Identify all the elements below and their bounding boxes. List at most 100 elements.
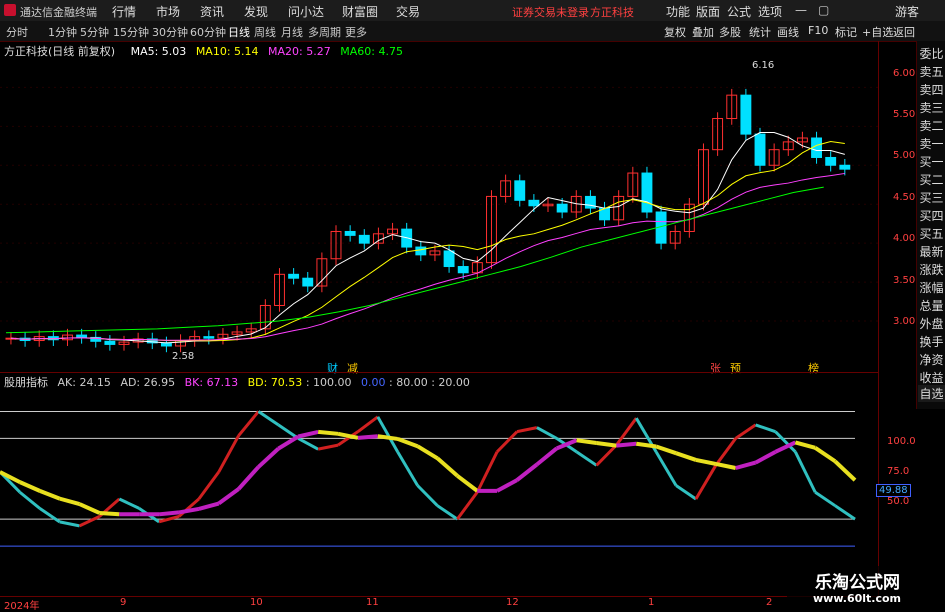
period-weekly[interactable]: 周线 (254, 24, 276, 40)
side-buy1[interactable]: 买一 (918, 153, 945, 170)
period-more[interactable]: 更多 (345, 24, 367, 40)
event-tag-limit[interactable]: 张 (710, 360, 721, 376)
bk-segment (99, 510, 120, 517)
side-sell5[interactable]: 卖五 (918, 63, 945, 80)
ak-segment (734, 423, 757, 440)
add-watchlist-button[interactable]: +自选 (862, 24, 893, 40)
menu-quotes[interactable]: 行情 (112, 3, 136, 20)
login-notice[interactable]: 证券交易未登录 (512, 4, 589, 20)
menu-market[interactable]: 市场 (156, 3, 180, 20)
period-1min[interactable]: 1分钟 (48, 24, 77, 40)
date-tick-11: 11 (366, 597, 379, 608)
side-turnover[interactable]: 换手 (918, 333, 945, 350)
multi-stock-button[interactable]: 多股 (719, 24, 741, 40)
side-buy5[interactable]: 买五 (918, 225, 945, 242)
side-watchlist[interactable]: 自选 (918, 385, 945, 402)
minimize-icon[interactable]: — (795, 3, 807, 17)
candle-body (825, 156, 837, 166)
app-name: 通达信金融终端 (20, 6, 97, 19)
side-volume[interactable]: 总量 (918, 297, 945, 314)
candle-body (457, 266, 469, 274)
candle-body (302, 277, 314, 287)
layout-button[interactable]: 版面 (696, 3, 720, 20)
price-tick-550: 5.50 (893, 109, 916, 120)
period-multi[interactable]: 多周期 (308, 24, 341, 40)
indicator-chart[interactable] (0, 388, 878, 593)
event-tag-forecast[interactable]: 预 (730, 360, 741, 376)
back-button[interactable]: 返回 (893, 24, 915, 40)
bk-segment (158, 510, 180, 517)
side-change[interactable]: 涨跌 (918, 261, 945, 278)
ak-segment (257, 410, 280, 427)
candle-body (556, 203, 568, 213)
bk-segment (496, 478, 518, 493)
bk-segment (198, 501, 220, 511)
side-sell4[interactable]: 卖四 (918, 81, 945, 98)
formula-button[interactable]: 公式 (727, 3, 751, 20)
period-15min[interactable]: 15分钟 (113, 24, 149, 40)
period-monthly[interactable]: 月线 (281, 24, 303, 40)
bk-segment (436, 456, 459, 478)
side-sell1[interactable]: 卖一 (918, 135, 945, 152)
side-sell2[interactable]: 卖二 (918, 117, 945, 134)
menu-assistant[interactable]: 问小达 (288, 3, 324, 20)
candle-body (443, 250, 455, 268)
draw-line-button[interactable]: 画线 (777, 24, 799, 40)
date-tick-12: 12 (506, 597, 519, 608)
side-sell3[interactable]: 卖三 (918, 99, 945, 116)
bk-segment (19, 480, 41, 493)
adjust-button[interactable]: 复权 (664, 24, 686, 40)
side-weibi[interactable]: 委比 (918, 45, 945, 62)
watermark: 乐淘公式网 www.60lt.com (787, 566, 945, 609)
bk-segment (297, 429, 319, 439)
bk-segment (675, 451, 697, 462)
bk-segment (735, 460, 757, 470)
candle-body (641, 172, 653, 213)
bk-segment (515, 462, 539, 482)
menu-news[interactable]: 资讯 (200, 3, 224, 20)
side-change-pct[interactable]: 涨幅 (918, 279, 945, 296)
overlay-button[interactable]: 叠加 (692, 24, 714, 40)
maximize-icon[interactable]: ▢ (818, 3, 829, 17)
options-button[interactable]: 选项 (758, 3, 782, 20)
candle-body (76, 334, 88, 338)
event-tag-list[interactable]: 榜 (808, 360, 819, 376)
bk-segment (456, 474, 479, 493)
candle-body (288, 273, 300, 279)
ak-segment (755, 423, 776, 434)
period-5min[interactable]: 5分钟 (80, 24, 109, 40)
side-latest[interactable]: 最新 (918, 243, 945, 260)
period-intraday[interactable]: 分时 (6, 24, 28, 40)
period-60min[interactable]: 60分钟 (190, 24, 226, 40)
function-button[interactable]: 功能 (666, 3, 690, 20)
side-buy4[interactable]: 买四 (918, 207, 945, 224)
side-net-assets[interactable]: 净资 (918, 351, 945, 368)
period-30min[interactable]: 30分钟 (152, 24, 188, 40)
stats-button[interactable]: 统计 (749, 24, 771, 40)
menu-discover[interactable]: 发现 (244, 3, 268, 20)
menu-trade[interactable]: 交易 (396, 3, 420, 20)
bk-segment (78, 502, 101, 515)
ak-segment (376, 416, 399, 453)
f10-button[interactable]: F10 (808, 24, 828, 37)
candle-body (415, 246, 427, 256)
ind-tick-75: 75.0 (887, 466, 910, 477)
candle-body (839, 164, 851, 170)
ak-segment (78, 515, 101, 528)
side-buy2[interactable]: 买二 (918, 171, 945, 188)
bk-segment (237, 465, 260, 491)
side-outer[interactable]: 外盘 (918, 315, 945, 332)
price-chart[interactable] (0, 56, 878, 372)
menu-wealth[interactable]: 财富圈 (342, 3, 378, 20)
date-tick-2024: 2024年 (4, 601, 40, 612)
bk-segment (655, 444, 677, 456)
guest-button[interactable]: 游客 (895, 3, 919, 20)
mark-button[interactable]: 标记 (835, 24, 857, 40)
high-price-label: 6.16 (752, 60, 775, 71)
side-buy3[interactable]: 买三 (918, 189, 945, 206)
period-daily[interactable]: 日线 (228, 24, 250, 40)
period-toolbar: 分时 1分钟 5分钟 15分钟 30分钟 60分钟 日线 周线 月线 多周期 更… (0, 21, 945, 42)
ak-segment (536, 426, 558, 440)
side-earnings[interactable]: 收益 (918, 369, 945, 386)
ind-tick-100: 100.0 (887, 436, 916, 447)
